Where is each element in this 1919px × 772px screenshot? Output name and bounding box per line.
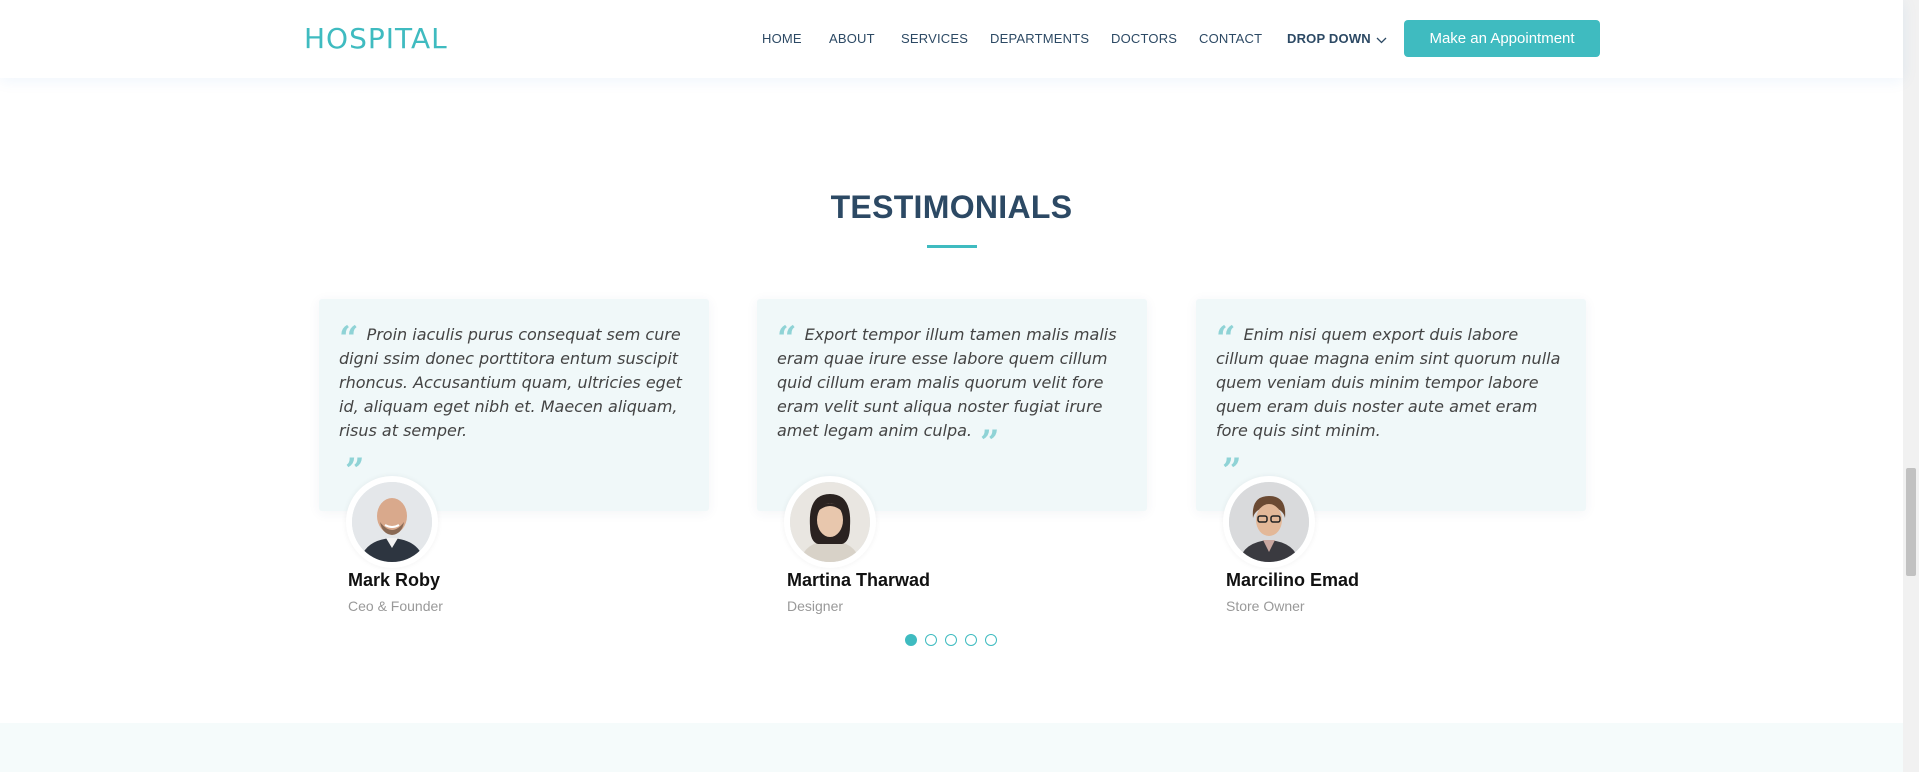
chevron-down-icon bbox=[1376, 32, 1387, 47]
quote-text: Export tempor illum tamen malis malis er… bbox=[777, 325, 1117, 440]
nav-item-doctors[interactable]: DOCTORS bbox=[1111, 31, 1177, 46]
avatar bbox=[346, 476, 438, 568]
quote-text: Proin iaculis purus consequat sem cure d… bbox=[339, 325, 682, 440]
make-appointment-button[interactable]: Make an Appointment bbox=[1404, 20, 1600, 57]
site-logo[interactable]: HOSPITAL bbox=[304, 22, 448, 55]
testimonial-role: Ceo & Founder bbox=[348, 598, 443, 614]
quote-open-icon: “ bbox=[339, 319, 359, 359]
testimonial-quote: “Enim nisi quem export duis labore cillu… bbox=[1216, 319, 1561, 491]
nav-item-dropdown[interactable]: DROP DOWN bbox=[1287, 31, 1387, 47]
testimonial-name: Marcilino Emad bbox=[1226, 570, 1360, 590]
testimonial-role: Store Owner bbox=[1226, 598, 1305, 614]
nav-item-dropdown-label: DROP DOWN bbox=[1287, 31, 1371, 46]
pagination-dot[interactable] bbox=[905, 634, 917, 646]
testimonial-quote: “Export tempor illum tamen malis malis e… bbox=[777, 322, 1127, 460]
testimonial-role: Designer bbox=[787, 598, 844, 614]
pagination-dot[interactable] bbox=[945, 634, 957, 646]
testimonial-name: Mark Roby bbox=[348, 570, 441, 590]
nav-item-home[interactable]: HOME bbox=[762, 31, 802, 46]
pagination-dot[interactable] bbox=[965, 634, 977, 646]
scrollbar-thumb[interactable] bbox=[1906, 468, 1916, 576]
nav-item-departments[interactable]: DEPARTMENTS bbox=[990, 31, 1089, 46]
title-underline bbox=[927, 245, 977, 248]
nav-item-contact[interactable]: CONTACT bbox=[1199, 31, 1262, 46]
pagination-dot[interactable] bbox=[985, 634, 997, 646]
nav-item-services[interactable]: SERVICES bbox=[901, 31, 968, 46]
next-section bbox=[0, 723, 1903, 772]
quote-close-icon: ” bbox=[980, 423, 1000, 463]
testimonial-quote: “Proin iaculis purus consequat sem cure … bbox=[339, 319, 682, 491]
quote-open-icon: “ bbox=[1216, 319, 1236, 359]
pagination-dot[interactable] bbox=[925, 634, 937, 646]
quote-text: Enim nisi quem export duis labore cillum… bbox=[1216, 325, 1561, 440]
avatar bbox=[1223, 476, 1315, 568]
testimonial-name: Martina Tharwad bbox=[787, 570, 931, 590]
site-header: HOSPITAL HOME ABOUT SERVICES DEPARTMENTS… bbox=[0, 0, 1903, 78]
quote-open-icon: “ bbox=[777, 319, 797, 359]
section-title: TESTIMONIALS bbox=[830, 189, 1073, 225]
nav-item-about[interactable]: ABOUT bbox=[829, 31, 875, 46]
avatar bbox=[784, 476, 876, 568]
page-scrollbar[interactable] bbox=[1903, 0, 1919, 772]
